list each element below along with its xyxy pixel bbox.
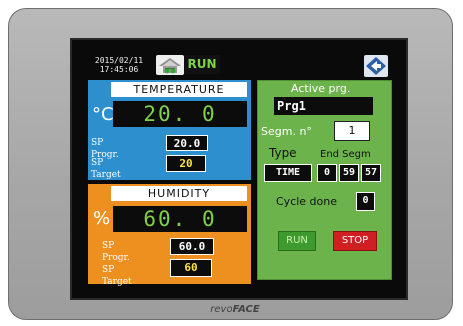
- home-button[interactable]: [156, 55, 184, 75]
- humidity-value: 60. 0: [113, 206, 247, 232]
- humidity-unit: %: [93, 208, 111, 229]
- stop-button[interactable]: STOP: [333, 231, 377, 251]
- temperature-sp-target-label: SP Target: [91, 158, 121, 180]
- segment-label: Segm. n°: [261, 125, 312, 138]
- active-program-name[interactable]: Prg1: [274, 97, 373, 115]
- temperature-value: 20. 0: [113, 101, 247, 127]
- status-time: 17:45:06: [99, 65, 139, 74]
- temperature-sp-target-value[interactable]: 20: [166, 155, 206, 172]
- cycle-done-label: Cycle done: [276, 195, 338, 208]
- end-segm-minutes: 59: [339, 164, 359, 182]
- brand-logo: revoFACE: [210, 304, 260, 315]
- run-status-indicator: RUN: [184, 55, 220, 74]
- temperature-sp-progr-value[interactable]: 20.0: [166, 135, 208, 151]
- run-button[interactable]: RUN: [278, 231, 316, 251]
- navigation-button[interactable]: [364, 55, 388, 77]
- status-datetime: 2015/02/11 17:45:06: [88, 56, 150, 74]
- type-label: Type: [269, 146, 297, 160]
- temperature-title: TEMPERATURE: [111, 82, 247, 97]
- segment-type-value[interactable]: TIME: [264, 164, 312, 182]
- active-program-title: Active prg.: [291, 82, 351, 95]
- diamond-arrow-nav-icon: [366, 57, 386, 75]
- humidity-sp-target-value[interactable]: 60: [170, 259, 212, 277]
- cycle-done-value: 0: [356, 192, 375, 211]
- status-date: 2015/02/11: [94, 56, 144, 65]
- segment-value[interactable]: 1: [334, 121, 370, 141]
- end-segm-label: End Segm: [320, 149, 371, 160]
- humidity-title: HUMIDITY: [111, 186, 247, 201]
- humidity-sp-progr-label: SP Progr.: [102, 241, 130, 263]
- humidity-sp-progr-value[interactable]: 60.0: [170, 238, 214, 255]
- temperature-unit: °C: [92, 104, 114, 125]
- greenhouse-home-icon: [159, 58, 181, 74]
- end-segm-seconds: 57: [361, 164, 381, 182]
- humidity-sp-target-label: SP Target: [102, 265, 132, 287]
- end-segm-hours: 0: [317, 164, 337, 182]
